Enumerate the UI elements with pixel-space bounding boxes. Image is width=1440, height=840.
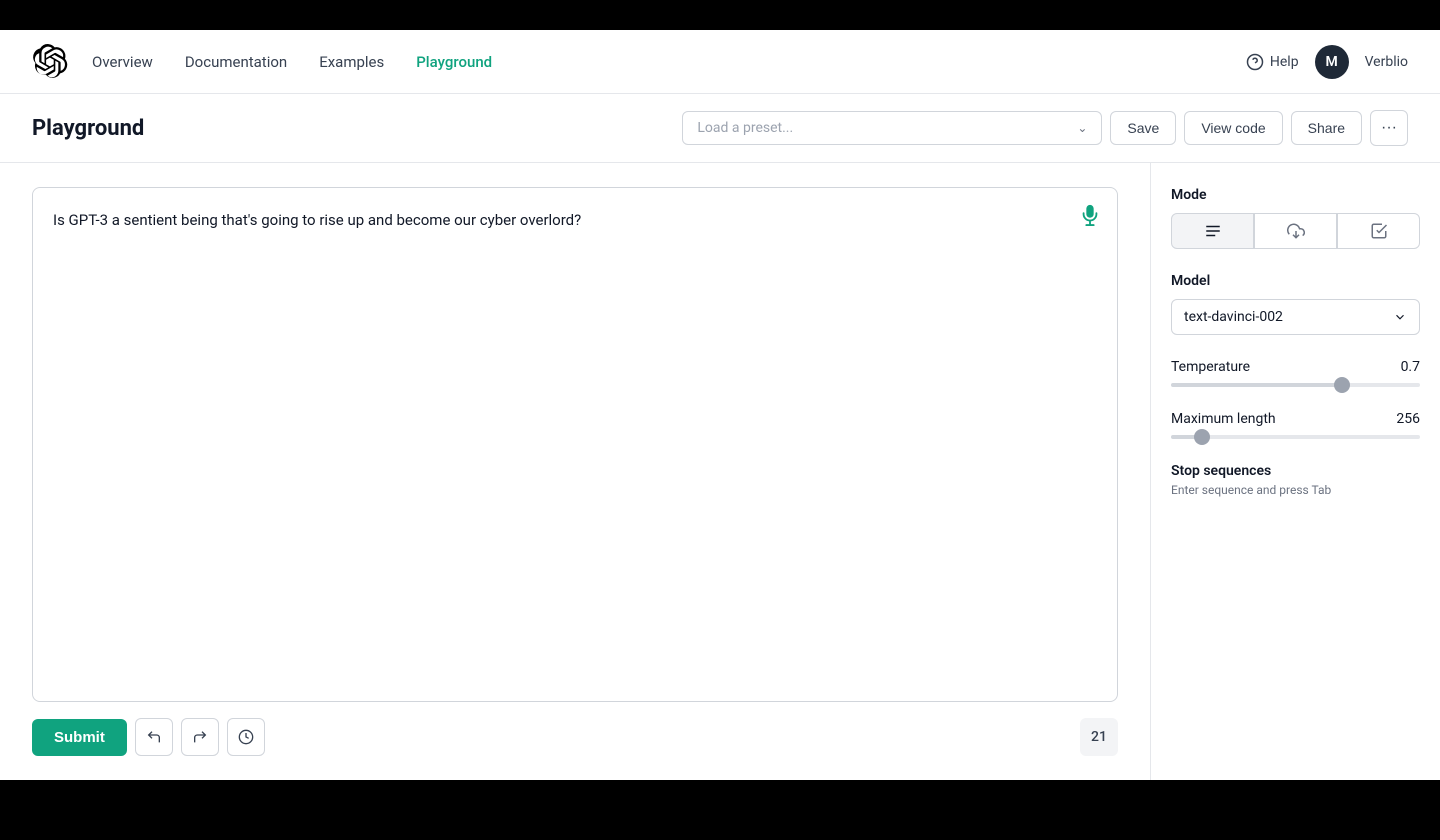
- mode-edit-button[interactable]: [1337, 213, 1420, 249]
- mode-insert-button[interactable]: [1254, 213, 1337, 249]
- navbar: Overview Documentation Examples Playgrou…: [0, 30, 1440, 94]
- user-avatar[interactable]: M: [1315, 45, 1349, 79]
- max-length-label: Maximum length: [1171, 411, 1276, 427]
- stop-sequences-section: Stop sequences Enter sequence and press …: [1171, 463, 1420, 497]
- header-actions: Load a preset... ⌄ Save View code Share …: [682, 110, 1408, 146]
- username[interactable]: Verblio: [1365, 54, 1408, 70]
- preset-placeholder: Load a preset...: [697, 120, 793, 136]
- mode-section: Mode: [1171, 187, 1420, 249]
- temperature-slider[interactable]: [1171, 383, 1420, 387]
- max-length-section: Maximum length 256: [1171, 411, 1420, 439]
- model-value: text-davinci-002: [1184, 309, 1283, 325]
- microphone-icon[interactable]: [1079, 204, 1101, 231]
- mode-buttons: [1171, 213, 1420, 249]
- bottom-bar: Submit: [32, 718, 1118, 756]
- history-button[interactable]: [227, 718, 265, 756]
- page-title: Playground: [32, 116, 682, 141]
- more-button[interactable]: ···: [1370, 110, 1408, 146]
- view-code-button[interactable]: View code: [1184, 111, 1282, 145]
- redo-button[interactable]: [181, 718, 219, 756]
- prompt-input[interactable]: [33, 188, 1117, 701]
- page-header: Playground Load a preset... ⌄ Save View …: [0, 94, 1440, 163]
- preset-dropdown[interactable]: Load a preset... ⌄: [682, 111, 1102, 145]
- nav-right: Help M Verblio: [1246, 45, 1408, 79]
- nav-examples[interactable]: Examples: [319, 53, 384, 71]
- nav-playground[interactable]: Playground: [416, 53, 492, 71]
- logo[interactable]: [32, 44, 68, 80]
- max-length-value: 256: [1396, 411, 1420, 427]
- share-button[interactable]: Share: [1291, 111, 1362, 145]
- main-content: Submit: [0, 163, 1440, 780]
- right-panel: Mode: [1150, 163, 1440, 780]
- left-panel: Submit: [0, 163, 1150, 780]
- save-button[interactable]: Save: [1110, 111, 1176, 145]
- undo-button[interactable]: [135, 718, 173, 756]
- max-length-slider[interactable]: [1171, 435, 1420, 439]
- prompt-container: [32, 187, 1118, 702]
- submit-button[interactable]: Submit: [32, 719, 127, 756]
- temperature-value: 0.7: [1401, 359, 1420, 375]
- nav-links: Overview Documentation Examples Playgrou…: [92, 53, 1246, 71]
- mode-label: Mode: [1171, 187, 1420, 203]
- model-dropdown[interactable]: text-davinci-002: [1171, 299, 1420, 335]
- mode-complete-button[interactable]: [1171, 213, 1254, 249]
- nav-documentation[interactable]: Documentation: [185, 53, 287, 71]
- help-button[interactable]: Help: [1246, 53, 1299, 71]
- model-label: Model: [1171, 273, 1420, 289]
- token-count: 21: [1080, 718, 1118, 756]
- temperature-section: Temperature 0.7: [1171, 359, 1420, 387]
- model-section: Model text-davinci-002: [1171, 273, 1420, 335]
- nav-overview[interactable]: Overview: [92, 53, 153, 71]
- temperature-label: Temperature: [1171, 359, 1250, 375]
- help-label: Help: [1270, 54, 1299, 70]
- stop-sequences-label: Stop sequences: [1171, 463, 1420, 479]
- chevron-down-icon: ⌄: [1077, 121, 1087, 135]
- stop-sequences-hint: Enter sequence and press Tab: [1171, 483, 1420, 497]
